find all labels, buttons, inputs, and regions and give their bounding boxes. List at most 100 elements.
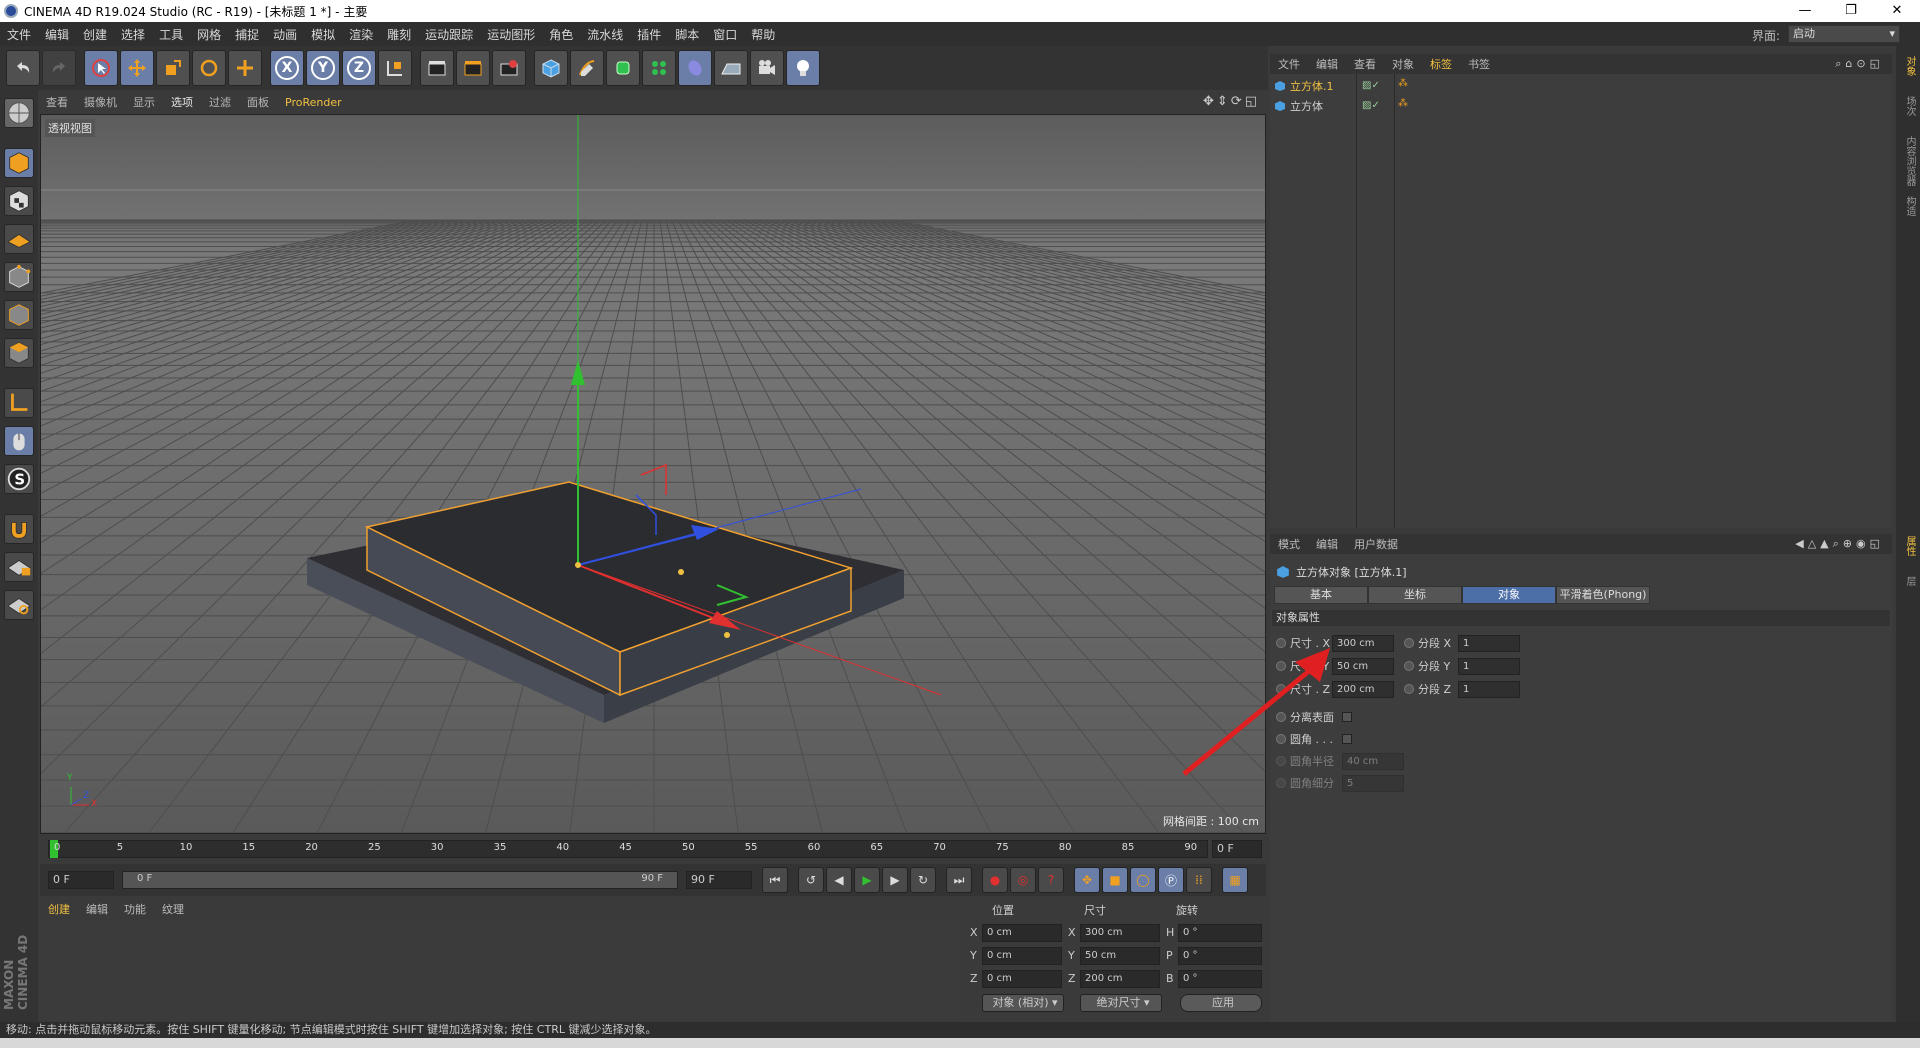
play-button[interactable]: ▶ — [854, 867, 880, 893]
menu-render[interactable]: 渲染 — [342, 26, 380, 43]
deformer-button[interactable] — [678, 50, 712, 86]
locked-workplane-button[interactable] — [4, 552, 34, 582]
menu-simulate[interactable]: 模拟 — [304, 26, 342, 43]
camera-button[interactable] — [750, 50, 784, 86]
points-mode-button[interactable] — [4, 262, 34, 292]
objmgr-menu-edit[interactable]: 编辑 — [1308, 56, 1346, 72]
x-axis-lock-button[interactable]: X — [270, 50, 304, 86]
menu-help[interactable]: 帮助 — [744, 26, 782, 43]
size-z-field[interactable]: 200 cm — [1332, 680, 1394, 698]
redo-button[interactable] — [42, 50, 76, 86]
size-field[interactable]: 300 cm — [1080, 924, 1160, 942]
autokey-button[interactable]: ◎ — [1010, 867, 1036, 893]
position-field[interactable]: 0 cm — [982, 947, 1062, 965]
menu-script[interactable]: 脚本 — [668, 26, 706, 43]
menu-sculpt[interactable]: 雕刻 — [380, 26, 418, 43]
apply-button[interactable]: 应用 — [1180, 994, 1262, 1012]
menu-mograph[interactable]: 运动图形 — [480, 26, 542, 43]
go-to-start-button[interactable]: ⏮ — [762, 867, 788, 893]
start-frame-field[interactable]: 0 F — [48, 871, 114, 889]
objmgr-menu-file[interactable]: 文件 — [1270, 56, 1308, 72]
coord-mode-select[interactable]: 对象 (相对) ▾ — [982, 994, 1064, 1012]
workplane-mode-button[interactable] — [4, 224, 34, 254]
axis-mode-button[interactable] — [4, 388, 34, 418]
animate-radio[interactable] — [1276, 756, 1286, 766]
tab-basic[interactable]: 基本 — [1274, 586, 1368, 604]
keyframe-selection-button[interactable]: ? — [1038, 867, 1064, 893]
key-rotation-button[interactable]: ◯ — [1130, 867, 1156, 893]
object-manager-panel[interactable]: 立方体.1 立方体 ▨✓ ▨✓ ⁂ ⁂ — [1270, 74, 1892, 528]
move-tool-button[interactable] — [120, 50, 154, 86]
fillet-sub-field[interactable]: 5 — [1342, 774, 1404, 792]
right-tab-content-browser[interactable]: 内容浏览器 — [1899, 136, 1917, 186]
close-button[interactable]: ✕ — [1874, 0, 1920, 22]
coordinate-system-button[interactable] — [378, 50, 412, 86]
menu-window[interactable]: 窗口 — [706, 26, 744, 43]
light-button[interactable] — [786, 50, 820, 86]
menu-snap[interactable]: 捕捉 — [228, 26, 266, 43]
seg-y-field[interactable]: 1 — [1458, 657, 1520, 675]
make-editable-button[interactable] — [4, 98, 34, 128]
right-tab-structure[interactable]: 构造 — [1899, 196, 1917, 216]
live-select-button[interactable] — [84, 50, 118, 86]
size-x-field[interactable]: 300 cm — [1332, 634, 1394, 652]
rotation-field[interactable]: 0 ° — [1178, 924, 1262, 942]
fillet-radius-field[interactable]: 40 cm — [1342, 752, 1404, 770]
y-axis-lock-button[interactable]: Y — [306, 50, 340, 86]
animate-radio[interactable] — [1404, 661, 1414, 671]
tab-object[interactable]: 对象 — [1462, 586, 1556, 604]
right-tab-takes[interactable]: 场次 — [1899, 96, 1917, 116]
go-to-end-button[interactable]: ⏭ — [946, 867, 972, 893]
animate-radio[interactable] — [1276, 778, 1286, 788]
planar-workplane-button[interactable] — [4, 590, 34, 620]
viewport-menu-filter[interactable]: 过滤 — [201, 94, 239, 110]
position-field[interactable]: 0 cm — [982, 970, 1062, 988]
enable-snap-button[interactable] — [4, 514, 34, 544]
scale-tool-button[interactable] — [156, 50, 190, 86]
viewport-menu-cameras[interactable]: 摄像机 — [76, 94, 125, 110]
objmgr-menu-bookmarks[interactable]: 书签 — [1460, 56, 1498, 72]
render-settings-button[interactable] — [492, 50, 526, 86]
texture-mode-button[interactable] — [4, 186, 34, 216]
attr-menu-mode[interactable]: 模式 — [1270, 536, 1308, 552]
objmgr-tool-icons[interactable]: ⌕⌂⊙◱ — [1835, 57, 1884, 71]
key-position-button[interactable]: ✥ — [1074, 867, 1100, 893]
menu-pipeline[interactable]: 流水线 — [580, 26, 630, 43]
material-menu-function[interactable]: 功能 — [116, 901, 154, 917]
animate-radio[interactable] — [1276, 638, 1286, 648]
animate-radio[interactable] — [1404, 684, 1414, 694]
animate-radio[interactable] — [1276, 734, 1286, 744]
menu-file[interactable]: 文件 — [0, 26, 38, 43]
maximize-button[interactable]: ❐ — [1828, 0, 1874, 22]
render-picture-viewer-button[interactable] — [456, 50, 490, 86]
fillet-checkbox[interactable] — [1342, 734, 1352, 744]
menu-select[interactable]: 选择 — [114, 26, 152, 43]
size-field[interactable]: 200 cm — [1080, 970, 1160, 988]
attr-menu-userdata[interactable]: 用户数据 — [1346, 536, 1406, 552]
visibility-check-icon[interactable]: ▨✓ — [1362, 100, 1380, 111]
end-frame-field[interactable]: 90 F — [686, 871, 752, 889]
perspective-viewport[interactable]: Y X Z 透视视图 网格间距 : 100 cm — [40, 114, 1266, 834]
edges-mode-button[interactable] — [4, 300, 34, 330]
material-menu-create[interactable]: 创建 — [40, 901, 78, 917]
rotation-field[interactable]: 0 ° — [1178, 947, 1262, 965]
polygons-mode-button[interactable] — [4, 338, 34, 368]
previous-key-button[interactable]: ↺ — [798, 867, 824, 893]
render-view-button[interactable] — [420, 50, 454, 86]
material-manager-panel[interactable] — [40, 920, 960, 1020]
cube-primitive-button[interactable] — [534, 50, 568, 86]
position-field[interactable]: 0 cm — [982, 924, 1062, 942]
layout-select[interactable]: 启动 ▾ — [1788, 25, 1900, 43]
attr-nav-icons[interactable]: ◀△▲⌕⊕◉◱ — [1795, 537, 1884, 551]
animate-radio[interactable] — [1276, 661, 1286, 671]
menu-motion-tracking[interactable]: 运动跟踪 — [418, 26, 480, 43]
menu-plugins[interactable]: 插件 — [630, 26, 668, 43]
viewport-menu-options[interactable]: 选项 — [163, 94, 201, 110]
tab-phong[interactable]: 平滑着色(Phong) — [1556, 586, 1650, 604]
seg-x-field[interactable]: 1 — [1458, 634, 1520, 652]
attr-menu-edit[interactable]: 编辑 — [1308, 536, 1346, 552]
menu-mesh[interactable]: 网格 — [190, 26, 228, 43]
floor-button[interactable] — [714, 50, 748, 86]
current-frame-field[interactable]: 0 F — [1212, 840, 1262, 858]
animate-radio[interactable] — [1276, 684, 1286, 694]
